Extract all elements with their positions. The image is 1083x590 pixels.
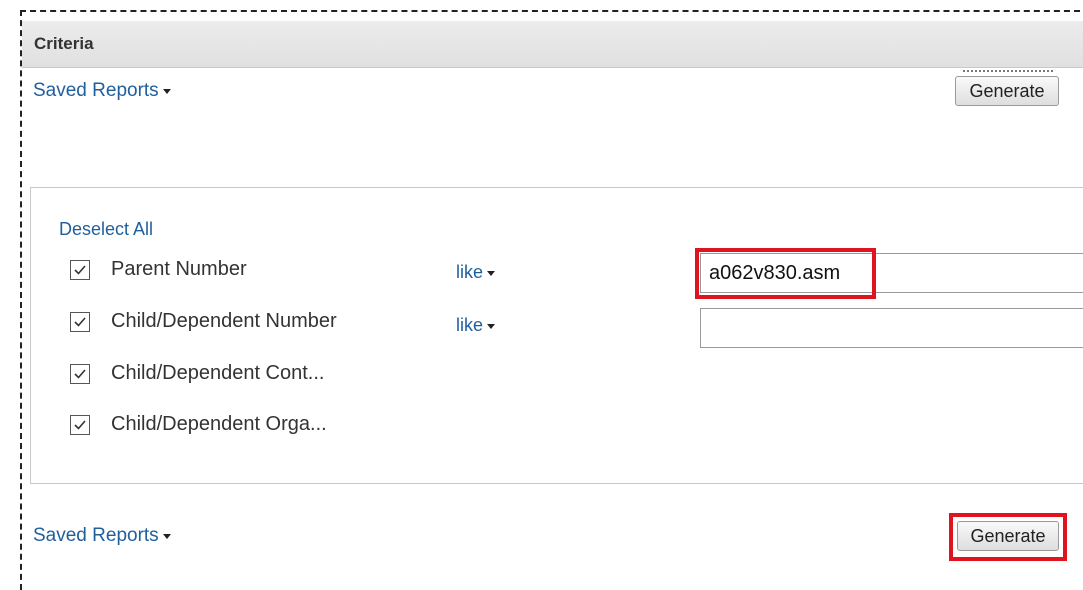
checkmark-icon — [74, 420, 86, 430]
chevron-down-icon — [162, 89, 171, 95]
saved-reports-label[interactable]: Saved Reports — [33, 80, 159, 101]
saved-reports-dropdown-top[interactable]: Saved Reports — [33, 80, 171, 102]
operator-label[interactable]: like — [456, 315, 483, 335]
deselect-all-link[interactable]: Deselect All — [59, 219, 153, 240]
focus-dots — [963, 70, 1053, 72]
chevron-down-icon — [487, 323, 496, 329]
operator-label[interactable]: like — [456, 262, 483, 282]
child-number-operator[interactable]: like — [456, 315, 496, 336]
checkmark-icon — [74, 265, 86, 275]
child-number-label: Child/Dependent Number — [111, 310, 337, 332]
parent-number-operator[interactable]: like — [456, 262, 496, 283]
parent-number-checkbox[interactable] — [70, 260, 90, 280]
chevron-down-icon — [162, 534, 171, 540]
child-orga-checkbox[interactable] — [70, 415, 90, 435]
chevron-down-icon — [487, 270, 496, 276]
criteria-title: Criteria — [34, 34, 94, 53]
checkmark-icon — [74, 369, 86, 379]
highlight-box-generate — [949, 513, 1067, 561]
criteria-header: Criteria — [22, 21, 1083, 68]
highlight-box-input — [695, 248, 876, 299]
checkmark-icon — [74, 317, 86, 327]
saved-reports-label[interactable]: Saved Reports — [33, 525, 159, 546]
saved-reports-dropdown-bottom[interactable]: Saved Reports — [33, 525, 171, 547]
generate-button-top[interactable]: Generate — [955, 76, 1059, 106]
child-number-input[interactable] — [700, 308, 1083, 348]
child-number-checkbox[interactable] — [70, 312, 90, 332]
child-orga-label: Child/Dependent Orga... — [111, 413, 327, 435]
child-cont-checkbox[interactable] — [70, 364, 90, 384]
parent-number-label: Parent Number — [111, 258, 247, 280]
child-cont-label: Child/Dependent Cont... — [111, 362, 325, 384]
